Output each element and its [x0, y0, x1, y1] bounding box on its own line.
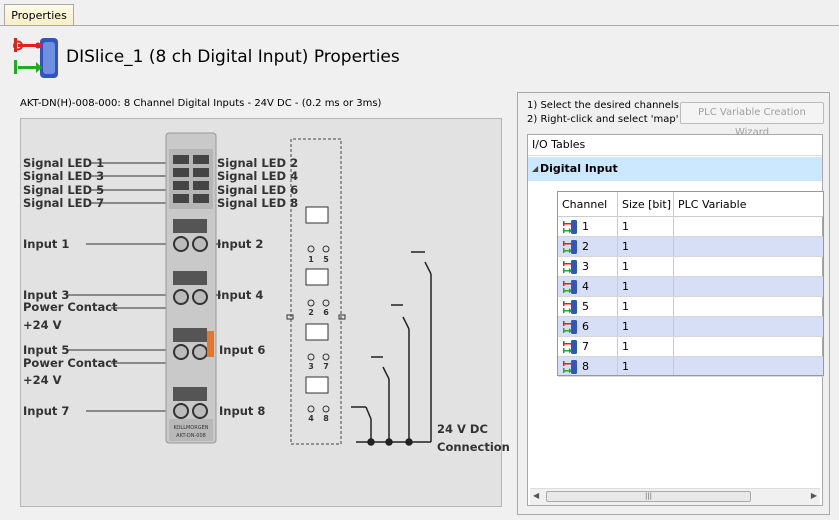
column-header-channel[interactable]: Channel: [558, 192, 618, 217]
instruction-line-2: 2) Right-click and select 'map': [527, 114, 679, 125]
scrollbar-thumb[interactable]: |||: [546, 491, 751, 502]
channel-number: 7: [582, 339, 589, 353]
channel-number: 6: [582, 319, 589, 333]
channel-number: 3: [582, 259, 589, 273]
module-description: AKT-DN(H)-008-000: 8 Channel Digital Inp…: [20, 98, 382, 109]
cell-channel: 1: [558, 216, 618, 237]
cell-channel: 5: [558, 296, 618, 317]
column-header-plc-variable[interactable]: PLC Variable: [673, 192, 824, 217]
terminal-number: 6: [323, 308, 329, 317]
plc-variable-wizard-button[interactable]: PLC Variable Creation Wizard: [680, 102, 824, 138]
terminal-number: 3: [308, 362, 314, 371]
terminal-number: 2: [308, 308, 314, 317]
cell-size: 1: [617, 276, 674, 297]
table-row[interactable]: 31: [558, 256, 824, 277]
digital-input-channel-icon: [562, 259, 582, 274]
digital-input-channel-icon: [562, 319, 582, 334]
module-diagram: Signal LED 1 Signal LED 3 Signal LED 5 S…: [20, 118, 510, 507]
cell-channel: 7: [558, 336, 618, 357]
table-row[interactable]: 71: [558, 336, 824, 357]
channel-table: Channel Size [bit] PLC Variable 11213141…: [558, 192, 824, 377]
instruction-line-1: 1) Select the desired channels: [527, 100, 679, 111]
cell-plc-variable[interactable]: [673, 256, 824, 277]
channel-number: 5: [582, 299, 589, 313]
table-row[interactable]: 61: [558, 316, 824, 337]
cell-channel: 6: [558, 316, 618, 337]
table-row[interactable]: 21: [558, 236, 824, 257]
cell-plc-variable[interactable]: [673, 236, 824, 257]
scroll-right-icon[interactable]: ▶: [811, 491, 817, 500]
instructions: 1) Select the desired channels 2) Right-…: [527, 99, 679, 127]
cell-size: 1: [617, 336, 674, 357]
scroll-left-icon[interactable]: ◀: [533, 491, 539, 500]
cell-size: 1: [617, 236, 674, 257]
tab-properties[interactable]: Properties: [4, 4, 74, 26]
io-tables-tree[interactable]: I/O Tables ◢ Digital Input Channel Size …: [527, 134, 824, 506]
module-brand: KOLLMORGEN: [173, 425, 208, 431]
terminal-number: 5: [323, 255, 329, 264]
channel-number: 1: [582, 219, 589, 233]
module-drawing: KOLLMORGEN AKT-DN-008 1 5 2 6 3 7 4 8: [66, 132, 432, 446]
cell-size: 1: [617, 256, 674, 277]
horizontal-scrollbar[interactable]: ◀ ||| ▶: [530, 488, 820, 505]
digital-input-channel-icon: [562, 359, 582, 374]
cell-plc-variable[interactable]: [673, 296, 824, 317]
terminal-number: 4: [308, 414, 314, 423]
expand-collapse-icon[interactable]: ◢: [532, 157, 538, 181]
tab-strip-divider: [0, 25, 839, 26]
channel-number: 8: [582, 359, 589, 373]
digital-input-channel-icon: [562, 219, 582, 234]
table-row[interactable]: 81: [558, 356, 824, 377]
terminal-number: 1: [308, 255, 314, 264]
terminal-number: 8: [323, 414, 329, 423]
cell-plc-variable[interactable]: [673, 316, 824, 337]
cell-size: 1: [617, 356, 674, 377]
terminal-number: 7: [323, 362, 329, 371]
io-tables-header: I/O Tables: [528, 135, 822, 156]
cell-size: 1: [617, 316, 674, 337]
cell-plc-variable[interactable]: [673, 356, 824, 377]
cell-plc-variable[interactable]: [673, 336, 824, 357]
column-header-size[interactable]: Size [bit]: [617, 192, 674, 217]
tree-node-digital-input[interactable]: ◢ Digital Input: [528, 157, 822, 181]
cell-channel: 4: [558, 276, 618, 297]
cell-channel: 3: [558, 256, 618, 277]
tree-node-label: Digital Input: [540, 162, 618, 175]
cell-size: 1: [617, 296, 674, 317]
channel-number: 2: [582, 239, 589, 253]
digital-input-channel-icon: [562, 279, 582, 294]
table-row[interactable]: 41: [558, 276, 824, 297]
page-title: DISlice_1 (8 ch Digital Input) Propertie…: [66, 47, 400, 67]
cell-plc-variable[interactable]: [673, 276, 824, 297]
cell-channel: 2: [558, 236, 618, 257]
channel-number: 4: [582, 279, 589, 293]
digital-input-channel-icon: [562, 339, 582, 354]
module-part-number: AKT-DN-008: [176, 433, 206, 439]
digital-input-channel-icon: [562, 239, 582, 254]
digital-input-channel-icon: [562, 299, 582, 314]
cell-plc-variable[interactable]: [673, 216, 824, 237]
digital-io-module-icon: [12, 36, 60, 80]
cell-size: 1: [617, 216, 674, 237]
table-row[interactable]: 51: [558, 296, 824, 317]
cell-channel: 8: [558, 356, 618, 377]
table-row[interactable]: 11: [558, 216, 824, 237]
